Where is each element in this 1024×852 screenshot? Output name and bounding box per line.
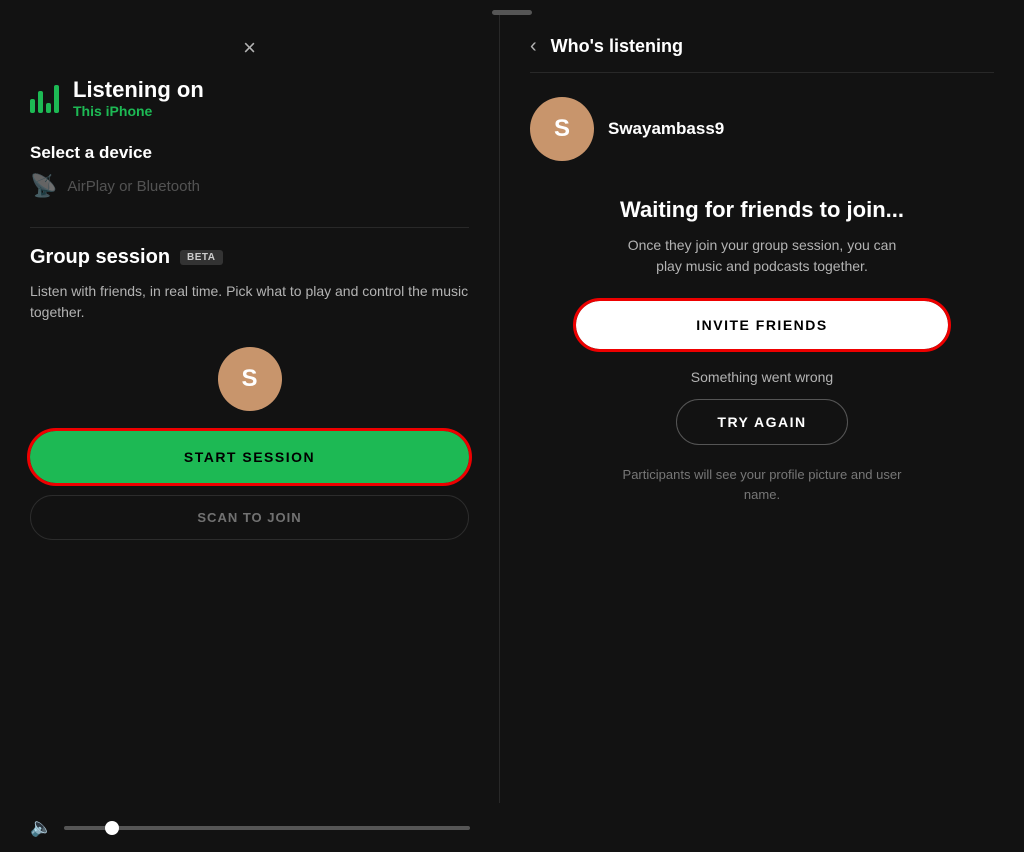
music-bars-icon xyxy=(30,83,59,113)
airplay-icon: 📡 xyxy=(30,173,57,199)
listener-name: Swayambass9 xyxy=(608,119,724,139)
invite-friends-button[interactable]: INVITE FRIENDS xyxy=(576,301,947,349)
waiting-title: Waiting for friends to join... xyxy=(620,197,904,223)
bar4 xyxy=(54,85,59,113)
waiting-section: Waiting for friends to join... Once they… xyxy=(530,197,994,504)
group-session-title: Group session xyxy=(30,246,170,269)
close-button[interactable]: × xyxy=(243,35,256,61)
beta-badge: BETA xyxy=(180,250,222,265)
back-button[interactable]: ‹ xyxy=(530,35,537,58)
listener-avatar: S xyxy=(530,97,594,161)
select-device-label: Select a device xyxy=(30,143,469,163)
group-session-header: Group session BETA xyxy=(30,246,469,269)
bar3 xyxy=(46,103,51,113)
device-label: This iPhone xyxy=(73,103,204,119)
bottom-bar: 🔈 xyxy=(0,803,500,852)
right-title: Who's listening xyxy=(551,36,683,57)
bar2 xyxy=(38,91,43,113)
airplay-row: 📡 AirPlay or Bluetooth xyxy=(30,173,469,199)
participants-note: Participants will see your profile pictu… xyxy=(622,465,902,504)
start-session-button[interactable]: START SESSION xyxy=(30,431,469,483)
select-device-section: Select a device 📡 AirPlay or Bluetooth xyxy=(30,143,469,199)
listener-row: S Swayambass9 xyxy=(530,97,994,161)
volume-thumb[interactable] xyxy=(105,821,119,835)
try-again-button[interactable]: TRY AGAIN xyxy=(676,399,847,445)
error-text: Something went wrong xyxy=(691,369,833,385)
listening-on-section: Listening on This iPhone xyxy=(30,77,469,119)
group-session-desc: Listen with friends, in real time. Pick … xyxy=(30,281,469,323)
bar1 xyxy=(30,99,35,113)
avatar-container: S xyxy=(30,347,469,411)
airplay-label: AirPlay or Bluetooth xyxy=(67,178,200,195)
user-avatar: S xyxy=(218,347,282,411)
scan-to-join-button[interactable]: SCAN TO JOIN xyxy=(30,495,469,540)
volume-icon: 🔈 xyxy=(30,817,52,838)
right-panel: ‹ Who's listening S Swayambass9 Waiting … xyxy=(500,15,1024,827)
volume-track[interactable] xyxy=(64,826,470,830)
right-header: ‹ Who's listening xyxy=(530,35,994,73)
main-container: × Listening on This iPhone Select a devi… xyxy=(0,15,1024,827)
group-session-section: Group session BETA Listen with friends, … xyxy=(30,246,469,540)
listening-on-label: Listening on xyxy=(73,77,204,103)
divider xyxy=(30,227,469,228)
left-panel: × Listening on This iPhone Select a devi… xyxy=(0,15,500,827)
listening-text: Listening on This iPhone xyxy=(73,77,204,119)
waiting-desc: Once they join your group session, you c… xyxy=(622,235,902,277)
